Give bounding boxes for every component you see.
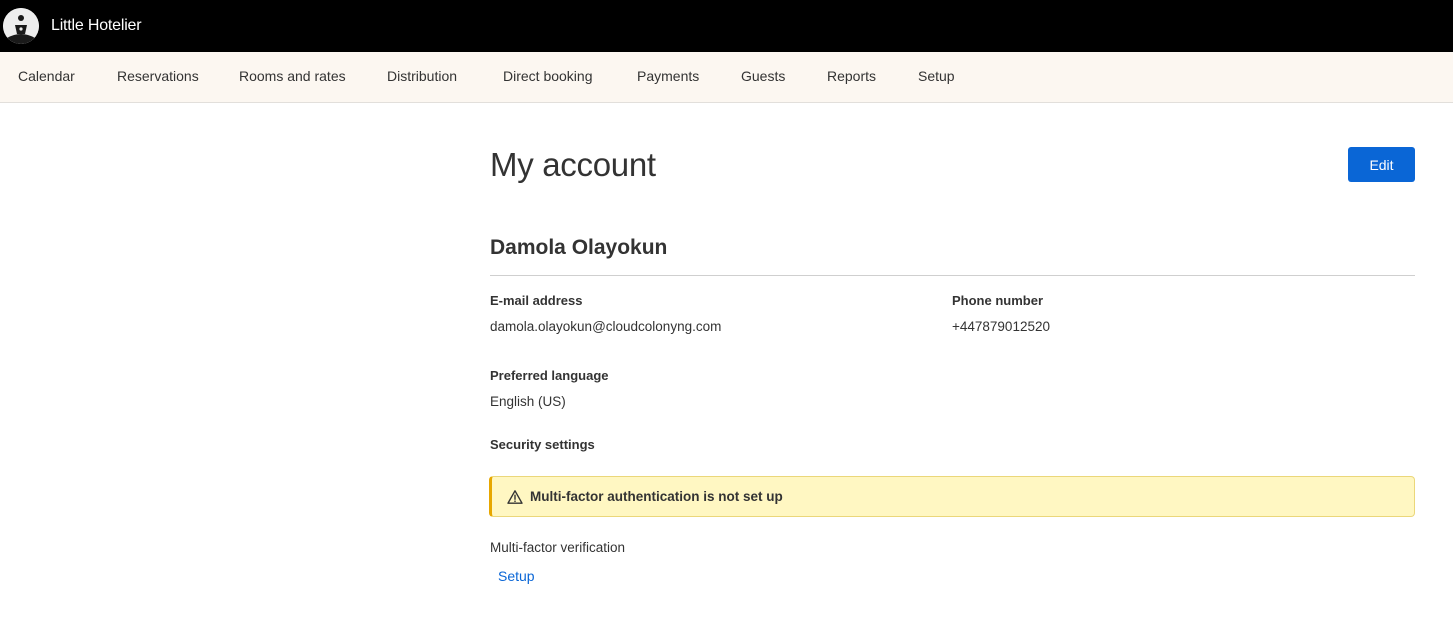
nav-item-setup[interactable]: Setup xyxy=(918,68,955,84)
mfa-warning-alert: Multi-factor authentication is not set u… xyxy=(489,476,1415,517)
language-value: English (US) xyxy=(490,394,566,409)
nav-item-rooms-and-rates[interactable]: Rooms and rates xyxy=(239,68,346,84)
nav-item-calendar[interactable]: Calendar xyxy=(18,68,75,84)
phone-value: +447879012520 xyxy=(952,319,1050,334)
security-settings-heading: Security settings xyxy=(490,437,595,452)
main-navigation: Calendar Reservations Rooms and rates Di… xyxy=(0,52,1453,103)
mfa-verification-label: Multi-factor verification xyxy=(490,540,626,555)
nav-item-direct-booking[interactable]: Direct booking xyxy=(503,68,593,84)
nav-item-reports[interactable]: Reports xyxy=(827,68,876,84)
warning-triangle-icon xyxy=(507,489,523,505)
mfa-setup-link[interactable]: Setup xyxy=(498,568,535,584)
user-name: Damola Olayokun xyxy=(490,236,668,259)
app-title: Little Hotelier xyxy=(51,17,142,34)
hotelier-logo-icon[interactable] xyxy=(3,8,39,44)
nav-item-reservations[interactable]: Reservations xyxy=(117,68,199,84)
email-value: damola.olayokun@cloudcolonyng.com xyxy=(490,319,722,334)
nav-item-guests[interactable]: Guests xyxy=(741,68,785,84)
nav-item-distribution[interactable]: Distribution xyxy=(387,68,457,84)
edit-button[interactable]: Edit xyxy=(1348,147,1415,182)
mfa-warning-text: Multi-factor authentication is not set u… xyxy=(530,489,783,504)
email-label: E-mail address xyxy=(490,293,583,308)
phone-label: Phone number xyxy=(952,293,1044,308)
top-bar: Little Hotelier xyxy=(0,0,1453,52)
nav-item-payments[interactable]: Payments xyxy=(637,68,699,84)
language-label: Preferred language xyxy=(490,368,609,383)
section-divider xyxy=(490,275,1415,276)
page-title: My account xyxy=(490,146,656,183)
